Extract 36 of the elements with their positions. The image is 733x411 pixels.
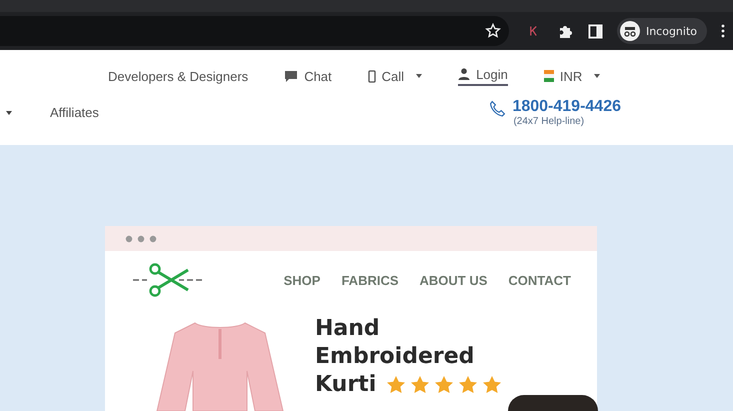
extension-k-icon[interactable] xyxy=(528,25,538,37)
side-panel-icon[interactable] xyxy=(588,24,603,38)
caret-icon xyxy=(594,74,600,78)
star-icon[interactable] xyxy=(484,23,501,39)
incognito-profile-button[interactable]: Incognito xyxy=(616,18,707,44)
menu-icon[interactable] xyxy=(721,24,725,38)
chat-link[interactable]: Chat xyxy=(284,68,332,84)
helpline-note: (24x7 Help-line) xyxy=(513,116,586,127)
incognito-avatar-icon xyxy=(620,21,640,41)
puzzle-icon[interactable] xyxy=(558,23,574,39)
mobile-phone-icon xyxy=(368,70,376,82)
caret-icon xyxy=(416,74,422,78)
star-icon xyxy=(386,375,406,395)
call-link[interactable]: Call xyxy=(368,68,422,84)
star-icon xyxy=(458,375,478,395)
star-icon xyxy=(482,375,502,395)
mockup-nav-link[interactable]: CONTACT xyxy=(508,272,571,288)
star-icon xyxy=(410,375,430,395)
chat-bubble-icon xyxy=(284,70,298,82)
caret-icon[interactable] xyxy=(6,110,12,114)
nav-link[interactable]: Developers & Designers xyxy=(108,68,248,84)
star-icon xyxy=(434,375,454,395)
india-flag-icon xyxy=(544,70,554,82)
mockup-nav-link[interactable]: FABRICS xyxy=(341,272,399,288)
phone-icon xyxy=(489,100,506,117)
window-dots-icon xyxy=(125,234,159,242)
product-title-line: Kurti xyxy=(315,371,376,399)
mockup-nav-link[interactable]: ABOUT US xyxy=(420,272,488,288)
user-icon xyxy=(458,68,470,80)
mockup-nav-link[interactable]: SHOP xyxy=(284,272,320,288)
product-title-line: Hand xyxy=(315,315,381,343)
helpline-phone-link[interactable]: 1800-419-4426 xyxy=(512,98,621,116)
affiliates-link[interactable]: Affiliates xyxy=(50,105,99,120)
currency-link[interactable]: INR xyxy=(544,68,600,84)
product-title-line: Embroidered xyxy=(315,343,476,371)
login-link[interactable]: Login xyxy=(458,66,508,86)
